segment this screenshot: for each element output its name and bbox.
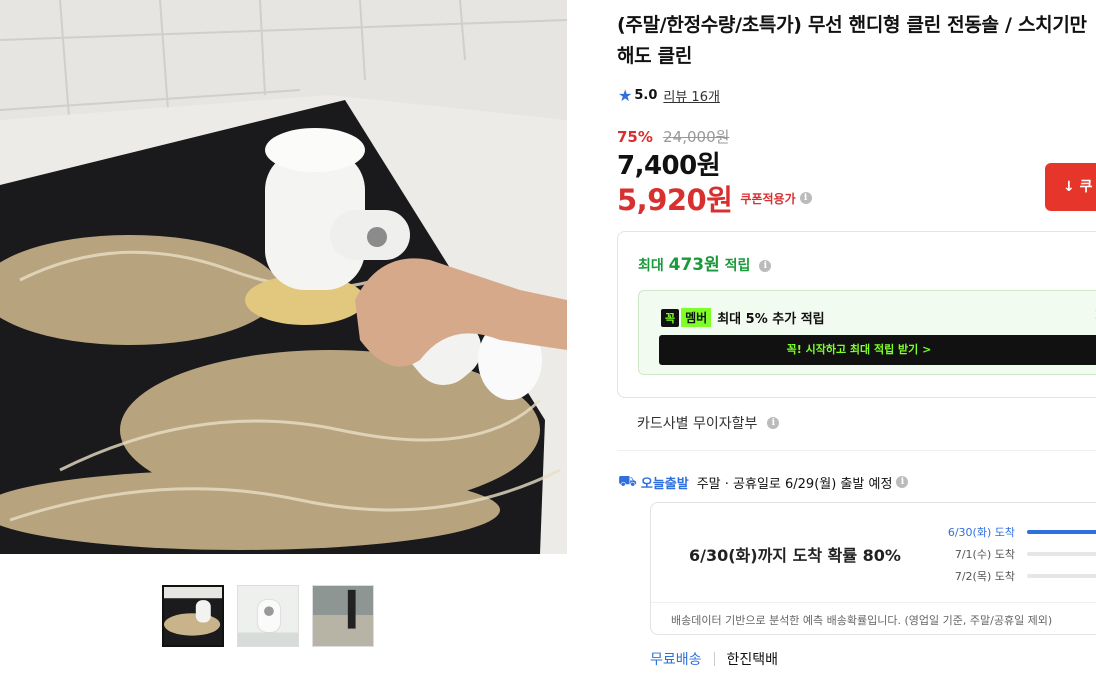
main-product-image (0, 0, 567, 554)
delivery-probability-box: 6/30(화)까지 도착 확률 80% 6/30(화) 도착 7/1(수) 도착… (650, 502, 1096, 635)
probability-date: 7/1(수) 도착 (954, 548, 1015, 561)
separator (713, 652, 715, 666)
coupon-download-button[interactable]: ↓ 쿠 (1045, 163, 1096, 211)
today-ship-label: 오늘출발 (640, 476, 689, 492)
divider (617, 450, 1096, 451)
star-icon: ★ (618, 86, 633, 105)
coupon-price: 5,920원 (617, 183, 733, 217)
info-icon[interactable]: i (767, 417, 780, 429)
probability-bar (1027, 530, 1096, 534)
max-points-amount: 473원 (668, 255, 720, 275)
courier-label: 한진택배 (726, 652, 779, 668)
probability-row: 7/1(수) 도착 (931, 543, 1096, 565)
member-start-button[interactable]: 꼭! 시작하고 최대 적립 받기 > (659, 335, 1096, 365)
rating-row: ★ 5.0 리뷰 16개 (618, 86, 720, 105)
coupon-price-row: 5,920원 쿠폰적용가 i (617, 177, 812, 219)
info-icon[interactable]: i (799, 192, 812, 204)
discount-rate: 75% (617, 128, 653, 146)
probability-date: 7/2(목) 도착 (954, 570, 1015, 583)
shipping-header: ⛟ 오늘출발 주말 · 공휴일로 6/29(월) 출발 예정 i (618, 472, 909, 492)
probability-bar-fill (1027, 530, 1096, 534)
product-page: (주말/한정수량/초특가) 무선 핸디형 클린 전동솔 / 스치기만 해도 클린… (0, 0, 1096, 679)
probability-main: 6/30(화)까지 도착 확률 80% (689, 546, 901, 565)
depart-text: 주말 · 공휴일로 6/29(월) 출발 예정 (696, 476, 893, 492)
thumbnail-1[interactable] (162, 585, 224, 647)
thumbnail-list (162, 585, 374, 647)
member-badge: 멤버 (681, 308, 712, 327)
member-line: 꼭 멤버 최대 5% 추가 적립 (661, 308, 825, 327)
member-text: 최대 5% 추가 적립 (717, 312, 825, 327)
probability-date: 6/30(화) 도착 (947, 526, 1015, 539)
points-box: 최대 473원 적립 i 꼭 멤버 최대 5% 추가 적립 2% 꼭! 시작하고… (617, 231, 1096, 398)
review-link[interactable]: 리뷰 16개 (663, 86, 720, 105)
product-title: (주말/한정수량/초특가) 무선 핸디형 클린 전동솔 / 스치기만 해도 클린 (617, 14, 1087, 67)
probability-row: 6/30(화) 도착 (931, 521, 1096, 543)
probability-bar (1027, 552, 1096, 556)
free-shipping-label[interactable]: 무료배송 (650, 649, 702, 669)
thumbnail-2[interactable] (237, 585, 299, 647)
coupon-label: 쿠폰적용가 (740, 191, 796, 206)
discount-row: 75% 24,000원 (617, 126, 729, 147)
probability-rows: 6/30(화) 도착 7/1(수) 도착 7/2(목) 도착 (931, 521, 1096, 587)
member-box: 꼭 멤버 최대 5% 추가 적립 2% 꼭! 시작하고 최대 적립 받기 > (638, 290, 1096, 375)
truck-icon: ⛟ (618, 472, 637, 490)
thumbnail-3[interactable] (312, 585, 374, 647)
kkok-badge: 꼭 (661, 308, 680, 327)
max-points-prefix: 최대 (638, 258, 664, 274)
probability-row: 7/2(목) 도착 (931, 565, 1096, 587)
max-points: 최대 473원 적립 i (638, 250, 772, 275)
original-price: 24,000원 (663, 128, 730, 146)
probability-bar (1027, 574, 1096, 578)
probability-note: 배송데이터 기반으로 분석한 예측 배송확률입니다. (영업일 기준, 주말/공… (651, 602, 1096, 634)
card-installment-label: 카드사별 무이자할부 (637, 416, 758, 432)
card-installment-row[interactable]: 카드사별 무이자할부 i (637, 413, 780, 433)
max-points-suffix: 적립 (724, 258, 751, 274)
info-icon[interactable]: i (759, 260, 772, 272)
free-shipping-row: 무료배송 한진택배 (650, 649, 778, 669)
info-icon[interactable]: i (896, 476, 909, 488)
rating-score: 5.0 (634, 88, 658, 103)
